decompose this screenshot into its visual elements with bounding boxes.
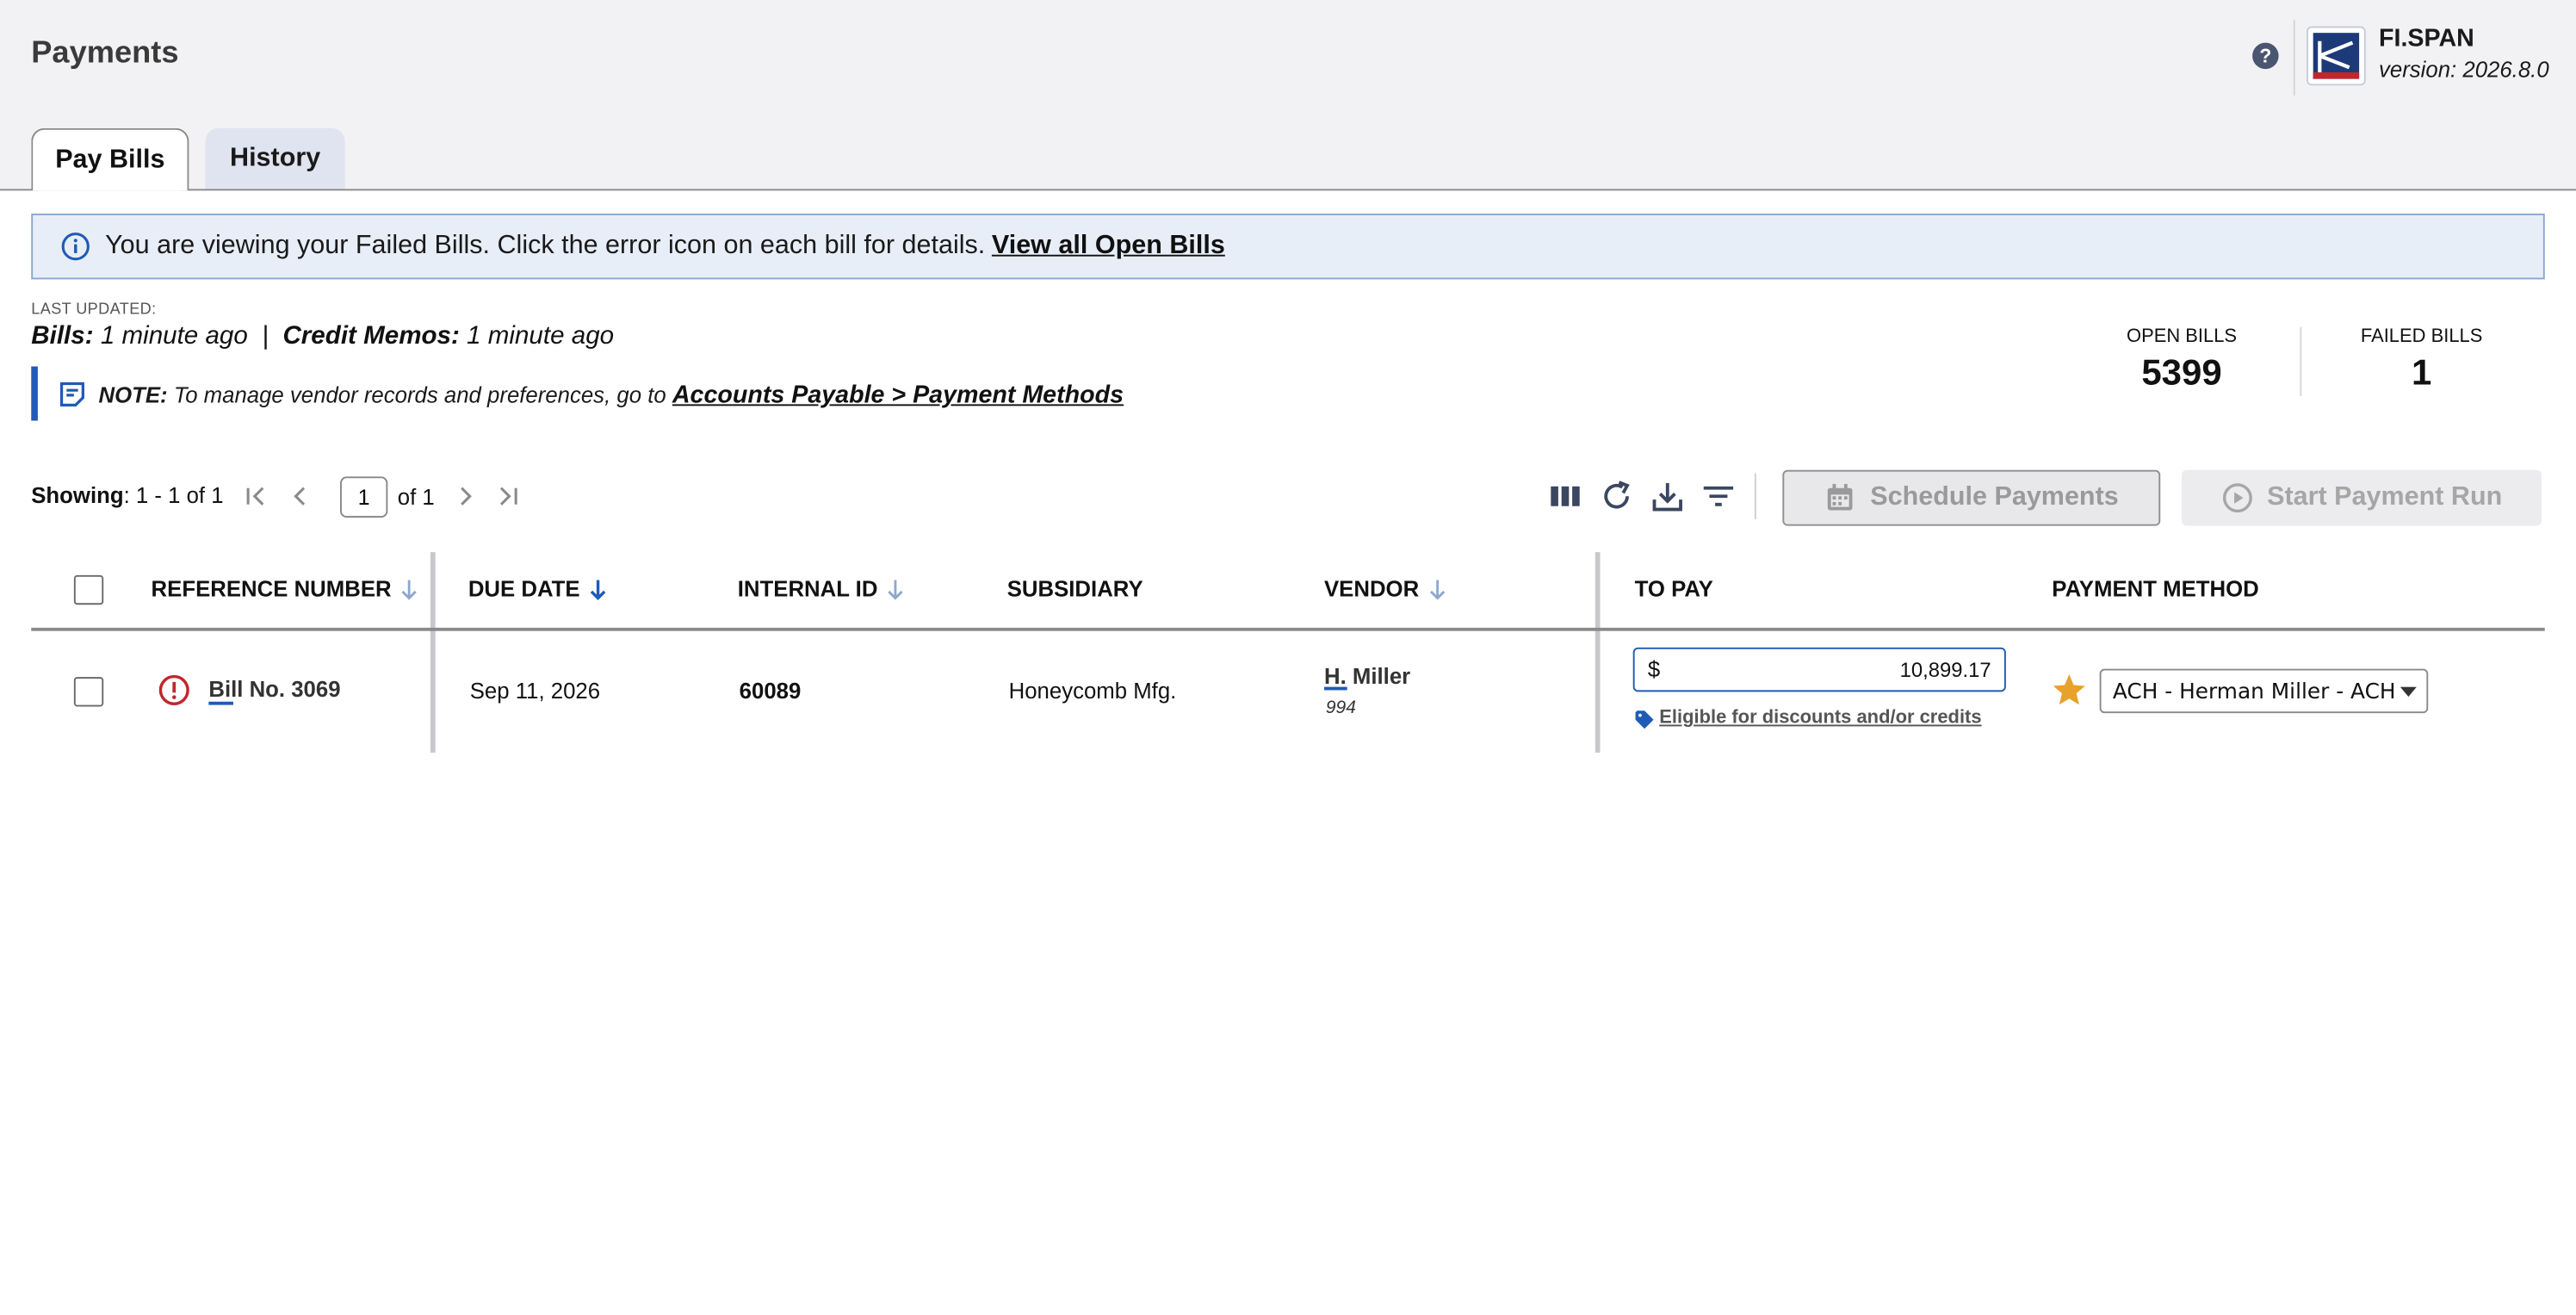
col-header-payment-method: PAYMENT METHOD: [2052, 577, 2258, 602]
note-accent-bar: [31, 366, 38, 421]
payment-method-value: ACH - Herman Miller - ACH: [2112, 679, 2396, 705]
note-text: To manage vendor records and preferences…: [173, 382, 666, 408]
showing-label: Showing: [31, 482, 124, 508]
header-divider: [2293, 19, 2295, 96]
showing-range: : 1 - 1 of 1: [123, 482, 224, 508]
bill-reference-link[interactable]: Bill No. 3069: [208, 677, 340, 702]
col-vendor-label: VENDOR: [1323, 576, 1420, 602]
failed-bills-label: FAILED BILLS: [2360, 326, 2483, 347]
sort-arrow-icon[interactable]: [399, 578, 419, 601]
discounts-link[interactable]: Eligible for discounts and/or credits: [1659, 708, 1981, 728]
col-due-date-label: DUE DATE: [468, 576, 580, 602]
view-all-open-bills-link[interactable]: View all Open Bills: [992, 232, 1225, 261]
toolbar-divider: [1754, 473, 1756, 519]
sort-arrow-icon[interactable]: [1427, 578, 1447, 601]
tag-icon: [1635, 710, 1654, 729]
updated-separator: |: [262, 321, 269, 350]
vendor-name-link[interactable]: H. Miller: [1324, 664, 1410, 689]
page-total: of 1: [397, 484, 435, 510]
col-header-subsidiary[interactable]: SUBSIDIARY: [1007, 577, 1143, 602]
start-payment-run-label: Start Payment Run: [2267, 482, 2503, 512]
vendor-id: 994: [1325, 698, 1356, 718]
failed-bills-count: 1: [2411, 351, 2432, 394]
col-header-internal-id[interactable]: INTERNAL ID: [737, 576, 906, 602]
col-header-reference[interactable]: REFERENCE NUMBER: [151, 576, 420, 602]
brand-name: FI.SPAN: [2379, 24, 2474, 53]
fispan-logo: [2307, 26, 2366, 86]
schedule-payments-button[interactable]: Schedule Payments: [1782, 469, 2161, 526]
start-payment-run-button[interactable]: Start Payment Run: [2182, 469, 2542, 526]
to-pay-input[interactable]: $ 10,899.17: [1632, 647, 2006, 692]
col-internal-id-label: INTERNAL ID: [737, 576, 878, 602]
note-icon: [59, 381, 84, 406]
last-page-icon[interactable]: [492, 481, 522, 511]
internal-id-cell: 60089: [739, 679, 802, 704]
col-reference-label: REFERENCE NUMBER: [151, 576, 392, 602]
bill-link-underline: [208, 701, 233, 705]
col-payment-method-label: PAYMENT METHOD: [2052, 576, 2259, 602]
header-band: [0, 0, 2576, 191]
note-label: NOTE:: [98, 382, 168, 408]
last-updated-label: LAST UPDATED:: [31, 301, 157, 319]
failed-bills-banner: You are viewing your Failed Bills. Click…: [31, 214, 2545, 280]
tab-history[interactable]: History: [205, 127, 345, 189]
columns-icon[interactable]: [1547, 478, 1583, 514]
help-icon[interactable]: ?: [2252, 42, 2279, 70]
payment-method-select[interactable]: ACH - Herman Miller - ACH: [2099, 668, 2429, 714]
filter-icon[interactable]: [1700, 478, 1737, 514]
vendor-link-underline: [1323, 686, 1347, 691]
download-icon[interactable]: [1650, 478, 1686, 514]
col-header-to-pay: TO PAY: [1635, 577, 1713, 602]
info-icon: [61, 233, 90, 261]
sort-arrow-icon[interactable]: [886, 578, 906, 601]
col-to-pay-label: TO PAY: [1634, 576, 1713, 602]
due-date-cell: Sep 11, 2026: [469, 679, 601, 704]
calendar-icon: [1828, 483, 1854, 511]
to-pay-amount: 10,899.17: [1899, 659, 1991, 682]
col-subsidiary-label: SUBSIDIARY: [1006, 576, 1143, 602]
column-divider[interactable]: [430, 552, 436, 753]
table-header-line: [31, 627, 2545, 631]
last-updated-line: Bills: 1 minute ago | Credit Memos: 1 mi…: [31, 322, 614, 351]
page-title: Payments: [31, 35, 179, 71]
tab-pay-bills[interactable]: Pay Bills: [31, 127, 189, 191]
stats-divider: [2300, 326, 2302, 396]
col-header-due-date[interactable]: DUE DATE: [468, 576, 608, 602]
payment-methods-link[interactable]: Accounts Payable > Payment Methods: [672, 381, 1124, 409]
column-divider[interactable]: [1595, 552, 1601, 753]
schedule-payments-label: Schedule Payments: [1870, 482, 2119, 512]
col-header-vendor[interactable]: VENDOR: [1323, 576, 1447, 602]
next-page-icon[interactable]: [450, 481, 480, 511]
showing-count: Showing: 1 - 1 of 1: [31, 483, 223, 508]
bills-updated-label: Bills:: [31, 321, 94, 350]
play-circle-icon: [2222, 483, 2252, 513]
tab-baseline: [0, 189, 2576, 191]
error-icon[interactable]: [158, 673, 190, 706]
app-version: version: 2026.8.0: [2379, 57, 2549, 83]
banner-text: You are viewing your Failed Bills. Click…: [105, 232, 986, 260]
row-checkbox[interactable]: [73, 677, 104, 707]
memos-updated-value: 1 minute ago: [467, 321, 615, 350]
memos-updated-label: Credit Memos:: [282, 321, 460, 350]
currency-symbol: $: [1647, 657, 1661, 682]
open-bills-count: 5399: [2141, 351, 2222, 394]
refresh-icon[interactable]: [1599, 478, 1635, 514]
page-number-input[interactable]: [339, 476, 388, 518]
open-bills-label: OPEN BILLS: [2126, 326, 2238, 347]
chevron-down-icon: [2400, 686, 2417, 698]
select-all-checkbox[interactable]: [73, 574, 104, 605]
sort-arrow-active-icon[interactable]: [588, 578, 608, 601]
note-box: NOTE: To manage vendor records and prefe…: [31, 366, 1181, 421]
first-page-icon[interactable]: [241, 481, 270, 511]
bills-updated-value: 1 minute ago: [100, 321, 248, 350]
prev-page-icon[interactable]: [286, 481, 315, 511]
subsidiary-cell: Honeycomb Mfg.: [1008, 679, 1177, 704]
star-icon[interactable]: [2050, 672, 2088, 708]
